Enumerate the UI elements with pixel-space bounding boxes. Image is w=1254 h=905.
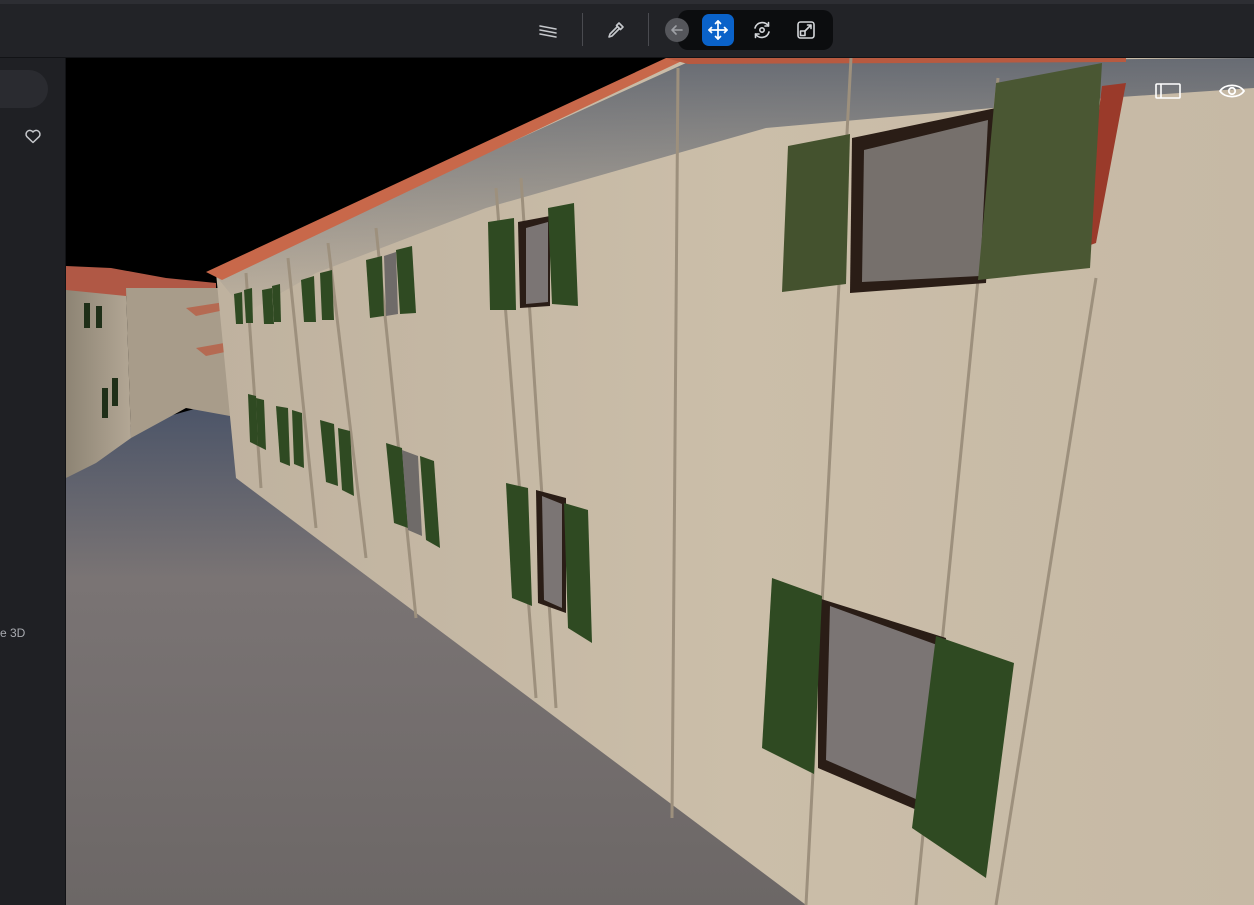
visibility-button[interactable] <box>1215 76 1249 106</box>
far-window <box>84 303 90 328</box>
far-window <box>96 306 102 328</box>
far-window <box>112 378 118 406</box>
toolbar-divider <box>582 13 583 46</box>
rotate-icon <box>754 21 770 39</box>
eyedropper-button[interactable] <box>600 14 632 46</box>
back-arrow-icon <box>665 18 689 42</box>
street-scene[interactable] <box>66 58 1254 905</box>
move-tool-button[interactable] <box>702 14 734 46</box>
eyedropper-icon <box>608 22 624 38</box>
back-button[interactable] <box>663 16 691 44</box>
far-window <box>102 388 108 418</box>
left-sidebar: e 3D <box>0 58 66 905</box>
heart-icon <box>25 129 41 144</box>
move-icon <box>708 20 728 40</box>
top-toolbar <box>0 0 1254 58</box>
sidebar-caption: e 3D <box>0 626 26 640</box>
eye-icon <box>1218 84 1246 98</box>
layers-button[interactable] <box>532 14 564 46</box>
scale-tool-button[interactable] <box>790 14 822 46</box>
rotate-tool-button[interactable] <box>746 14 778 46</box>
favorite-button[interactable] <box>23 126 43 146</box>
window-strip <box>0 0 1254 4</box>
panel-toggle-icon <box>1155 83 1181 99</box>
panel-toggle-button[interactable] <box>1151 76 1185 106</box>
scale-icon <box>797 21 815 39</box>
3d-viewport[interactable] <box>66 58 1254 905</box>
toolbar-divider <box>648 13 649 46</box>
layers-icon <box>539 25 557 38</box>
sidebar-search-pill[interactable] <box>0 70 48 108</box>
